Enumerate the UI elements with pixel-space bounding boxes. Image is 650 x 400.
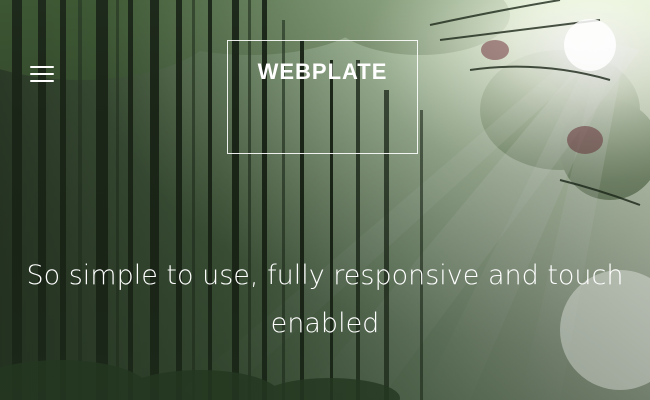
- brand-logo[interactable]: WEBPLATE: [227, 40, 418, 154]
- menu-button[interactable]: [28, 62, 56, 86]
- tagline-line-2: enabled: [270, 308, 380, 339]
- brand-name: WEBPLATE: [257, 59, 388, 84]
- hero-tagline: So simple to use, fully responsive and t…: [0, 252, 650, 348]
- tagline-line-1: So simple to use, fully responsive and t…: [26, 260, 624, 291]
- hero-section: WEBPLATE So simple to use, fully respons…: [0, 0, 650, 400]
